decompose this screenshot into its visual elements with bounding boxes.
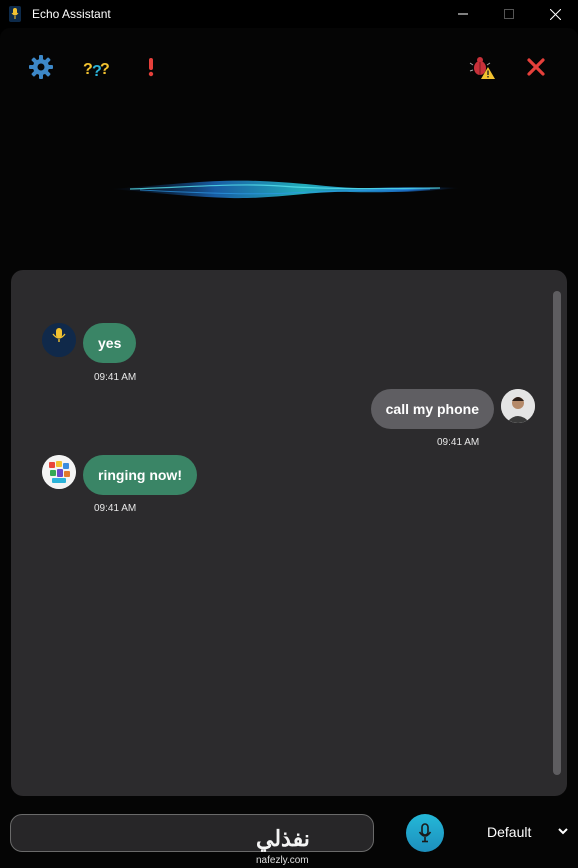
title-bar: Echo Assistant	[0, 0, 578, 28]
assistant-logo-icon	[42, 323, 76, 357]
app-logo-icon	[9, 6, 23, 22]
gear-icon	[29, 55, 53, 79]
message-bubble-bot: ringing now!	[83, 455, 197, 495]
chat-scrollbar[interactable]	[553, 291, 561, 775]
window-close-button[interactable]	[532, 0, 578, 28]
watermark-url: nafezly.com	[256, 855, 309, 866]
window-title: Echo Assistant	[32, 7, 111, 21]
report-bug-button[interactable]	[468, 53, 496, 81]
svg-text:?: ?	[100, 61, 110, 78]
message-timestamp: 09:41 AM	[94, 372, 137, 383]
chevron-down-icon[interactable]	[557, 827, 569, 835]
voice-waveform	[110, 180, 460, 199]
close-x-icon	[527, 58, 545, 76]
help-icon: ? ? ?	[83, 61, 110, 78]
apps-collage-icon	[42, 455, 76, 489]
bug-warning-icon	[469, 57, 495, 79]
maximize-button[interactable]	[486, 0, 532, 28]
help-button[interactable]: ? ? ?	[82, 53, 112, 81]
bot-avatar	[42, 455, 76, 489]
message-timestamp: 09:41 AM	[94, 503, 137, 514]
message-bubble-bot: yes	[83, 323, 137, 363]
voice-select[interactable]: Default	[487, 824, 531, 840]
close-icon	[549, 8, 561, 20]
minimize-button[interactable]	[440, 0, 486, 28]
message-input[interactable]	[10, 814, 374, 852]
microphone-icon	[418, 823, 432, 843]
minimize-icon	[458, 13, 468, 15]
settings-button[interactable]	[27, 53, 55, 81]
user-photo-icon	[501, 389, 535, 423]
user-avatar	[501, 389, 535, 423]
microphone-button[interactable]	[406, 814, 444, 852]
message-bubble-user: call my phone	[370, 389, 494, 429]
maximize-icon	[504, 9, 514, 19]
exit-button[interactable]	[522, 53, 550, 81]
about-button[interactable]	[137, 53, 165, 81]
alert-icon	[148, 58, 154, 77]
watermark-arabic: نفذلي	[256, 826, 310, 851]
bot-avatar	[42, 323, 76, 357]
message-timestamp: 09:41 AM	[437, 437, 480, 448]
